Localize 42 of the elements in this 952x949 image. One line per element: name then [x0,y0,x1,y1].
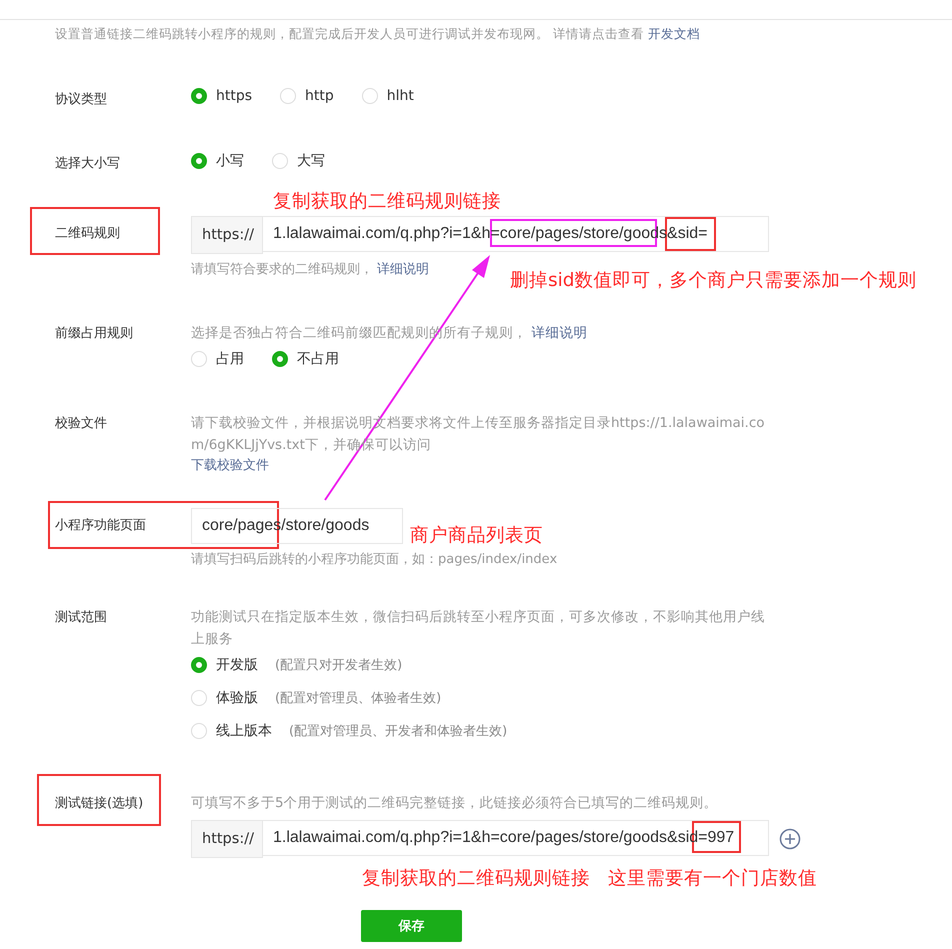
radio-button[interactable] [191,153,207,169]
hint-text: 请填写符合要求的二维码规则， 详细说明 [191,261,430,278]
radio-option[interactable]: 小写 [191,152,244,170]
field-label: 前缀占用规则 [55,325,133,342]
radio-option[interactable]: 大写 [272,152,325,170]
annotation-text: 删掉sid数值即可，多个商户只需要添加一个规则 [510,270,917,292]
details-link[interactable]: 详细说明 [531,325,588,341]
option-detail: (配置对管理员、体验者生效) [275,690,442,707]
radio-option[interactable]: 体验版 (配置对管理员、体验者生效) [191,689,442,707]
radio-option[interactable]: https [191,88,252,104]
hint-text: 请填写扫码后跳转的小程序功能页面，如：pages/index/index [191,551,558,568]
add-icon[interactable] [779,828,801,850]
field-label: 选择大小写 [55,155,120,172]
radio-option[interactable]: 开发版 (配置只对开发者生效) [191,656,402,674]
annotation-text: 商户商品列表页 [410,525,543,547]
note-text: 可填写不多于5个用于测试的二维码完整链接，此链接必须符合已填写的二维码规则。 [191,794,719,813]
option-detail: (配置只对开发者生效) [275,657,402,674]
field-label: 小程序功能页面 [55,517,146,535]
url-prefix: https:// [191,216,263,254]
field-label: 测试范围 [55,609,107,626]
intro-text: 设置普通链接二维码跳转小程序的规则，配置完成后开发人员可进行调试并发布现网。 详情请点击查看 开发文档 [54,25,701,43]
docs-link[interactable]: 开发文档 [648,26,700,41]
annotation-text: 复制获取的二维码规则链接 [362,868,590,890]
field-label: 校验文件 [55,415,107,432]
radio-option[interactable]: 不占用 [272,350,339,368]
radio-button[interactable] [272,351,288,367]
details-link[interactable]: 详细说明 [377,262,430,277]
annotation-text: 复制获取的二维码规则链接 [273,191,501,213]
download-link[interactable]: 下载校验文件 [191,456,269,474]
radio-option[interactable]: hlht [362,88,414,104]
annotation-text: 这里需要有一个门店数值 [608,868,817,890]
field-label: 测试链接(选填) [55,795,144,812]
radio-button[interactable] [191,657,207,673]
field-label: 协议类型 [55,91,107,108]
field-label: 二维码规则 [55,225,120,243]
radio-button[interactable] [191,88,207,104]
radio-option[interactable]: http [280,88,334,104]
url-prefix: https:// [191,820,263,858]
radio-option[interactable]: 线上版本 (配置对管理员、开发者和体验者生效) [191,722,508,740]
radio-option[interactable]: 占用 [191,350,244,368]
option-detail: (配置对管理员、开发者和体验者生效) [289,723,508,740]
note-text: 功能测试只在指定版本生效，微信扫码后跳转至小程序页面，可多次修改，不影响其他用户线上服务 [191,608,766,649]
